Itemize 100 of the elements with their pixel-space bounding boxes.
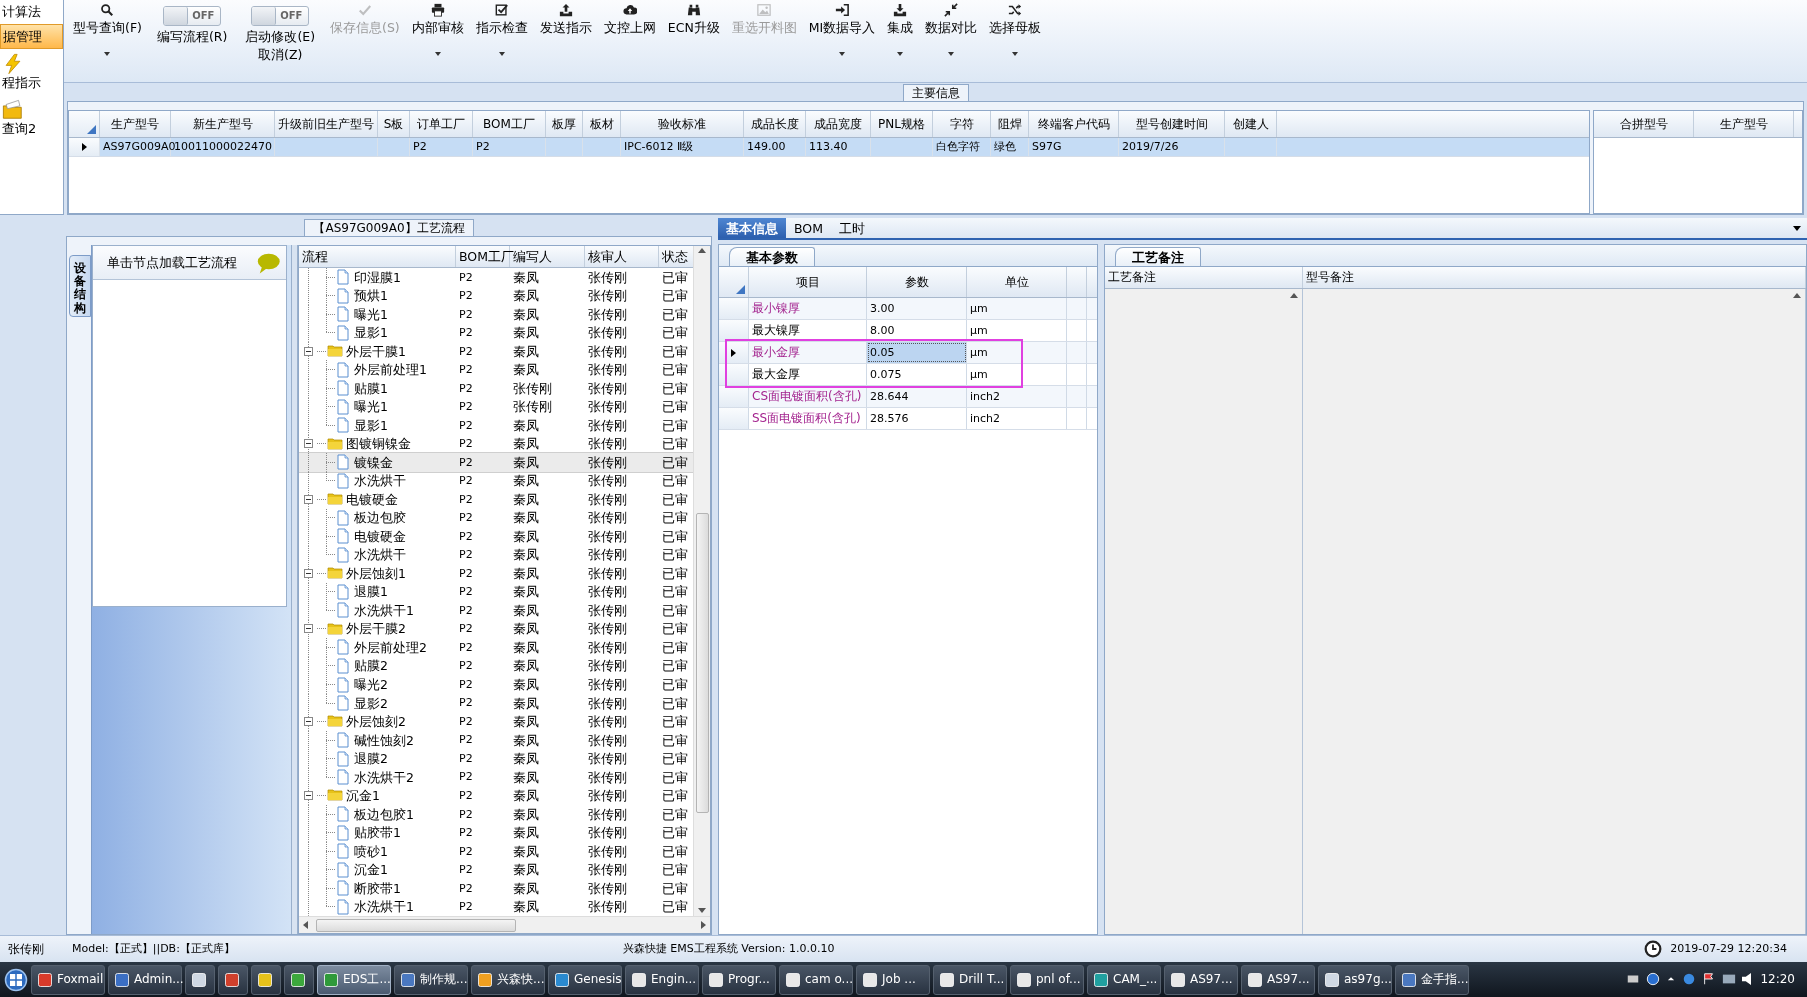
column-header[interactable]: 成品长度 xyxy=(744,111,806,137)
tree-node[interactable]: 显影2 xyxy=(351,693,388,713)
scrollbar[interactable] xyxy=(693,246,710,916)
collapse-toggle[interactable] xyxy=(303,439,313,449)
taskbar-button[interactable] xyxy=(218,964,248,995)
tree-node[interactable]: 贴膜1 xyxy=(351,379,388,398)
sidebar-item[interactable]: 程指示 xyxy=(0,49,63,95)
tree-node[interactable]: 板边包胶 xyxy=(351,508,406,528)
tree-node[interactable]: 外层干膜1 xyxy=(343,341,406,361)
tree-node[interactable]: 板边包胶1 xyxy=(351,804,414,824)
tree-node[interactable]: 外层前处理2 xyxy=(351,638,427,657)
tree-node[interactable]: 贴胶带1 xyxy=(351,823,401,842)
tree-node[interactable]: 水洗烘干 xyxy=(351,545,406,565)
column-header[interactable]: 型号备注 xyxy=(1303,267,1806,288)
tree-node[interactable]: 外层蚀刻2 xyxy=(343,712,406,731)
sidebar-item[interactable]: 据管理 xyxy=(0,23,63,50)
taskbar-button[interactable] xyxy=(251,964,281,995)
column-header[interactable]: 阻焊 xyxy=(991,111,1029,137)
taskbar-button[interactable]: AS97... xyxy=(1241,964,1315,995)
tree-node[interactable]: 退膜2 xyxy=(351,749,388,768)
taskbar-button[interactable]: Genesis xyxy=(548,964,622,995)
tree-node[interactable]: 碱性蚀刻2 xyxy=(351,730,414,750)
tree-node[interactable]: 显影1 xyxy=(351,323,388,342)
tree-node[interactable]: 水洗烘干1 xyxy=(351,897,414,916)
column-header[interactable]: 单位 xyxy=(967,267,1067,297)
column-header[interactable]: 生产型号 xyxy=(1694,111,1794,137)
column-header[interactable]: 工艺备注 xyxy=(1105,267,1303,288)
column-header[interactable]: 字符 xyxy=(933,111,991,137)
tree-node[interactable]: 图镀铜镍金 xyxy=(343,434,411,454)
taskbar-button[interactable] xyxy=(185,964,215,995)
tree-node[interactable]: 镀镍金 xyxy=(351,453,393,472)
taskbar-button[interactable] xyxy=(284,964,314,995)
toolbar-button[interactable]: MI数据导入 xyxy=(803,2,881,57)
column-header[interactable]: 生产型号 xyxy=(100,111,171,137)
column-header[interactable]: 项目 xyxy=(749,267,867,297)
column-header[interactable]: 终端客户代码 xyxy=(1029,111,1119,137)
column-header[interactable]: 成品宽度 xyxy=(806,111,871,137)
tree-node[interactable]: 退膜1 xyxy=(351,582,388,602)
tree-node[interactable]: 外层蚀刻1 xyxy=(343,564,406,583)
row-header[interactable] xyxy=(69,138,100,156)
tree-node[interactable]: 预烘1 xyxy=(351,286,388,305)
column-header[interactable]: 板厚 xyxy=(546,111,583,137)
collapse-toggle[interactable] xyxy=(303,791,313,801)
column-header[interactable]: 板材 xyxy=(583,111,621,137)
taskbar-button[interactable]: Foxmail xyxy=(31,964,105,995)
taskbar-button[interactable]: Job ... xyxy=(856,964,930,995)
column-header[interactable]: 型号创建时间 xyxy=(1119,111,1225,137)
panel-tab[interactable]: 基本参数 xyxy=(729,247,815,266)
column-header[interactable]: 流程 xyxy=(299,246,456,267)
tree-node[interactable]: 外层前处理1 xyxy=(351,360,427,379)
tree-node[interactable]: 曝光1 xyxy=(351,304,388,324)
taskbar-button[interactable]: Admin... xyxy=(108,964,182,995)
taskbar-button[interactable]: Drill T... xyxy=(933,964,1007,995)
taskbar-button[interactable]: CAM_... xyxy=(1087,964,1161,995)
tree-node[interactable]: 沉金1 xyxy=(351,860,388,879)
tab[interactable]: BOM xyxy=(786,218,831,238)
tab[interactable]: 基本信息 xyxy=(718,218,786,238)
tree-node[interactable]: 曝光1 xyxy=(351,397,388,417)
tree-node[interactable]: 水洗烘干2 xyxy=(351,767,414,787)
sidebar-item[interactable]: 查询2 xyxy=(0,94,63,141)
dropdown-icon[interactable] xyxy=(1793,225,1801,231)
column-header[interactable]: 参数 xyxy=(867,267,967,297)
tree-node[interactable]: 沉金1 xyxy=(343,786,380,805)
tree-node[interactable]: 断胶带1 xyxy=(351,878,401,898)
column-header[interactable]: PNL规格 xyxy=(871,111,933,137)
toggle-switch[interactable]: OFF xyxy=(163,6,222,26)
tree-node[interactable]: 电镀硬金 xyxy=(351,527,406,546)
column-header[interactable]: 订单工厂 xyxy=(410,111,473,137)
column-header[interactable]: 创建人 xyxy=(1225,111,1277,137)
tree-node[interactable]: 曝光2 xyxy=(351,675,388,694)
scrollbar[interactable] xyxy=(299,916,710,933)
column-header[interactable]: S板 xyxy=(378,111,410,137)
taskbar-button[interactable]: EDS工... xyxy=(317,964,391,995)
column-header[interactable]: 编写人 xyxy=(510,246,585,267)
toolbar-button[interactable]: 集成 xyxy=(882,2,919,57)
tree-node[interactable]: 显影1 xyxy=(351,416,388,435)
toggle-switch[interactable]: OFF xyxy=(251,6,310,26)
tree-node[interactable]: 喷砂1 xyxy=(351,841,388,861)
column-header[interactable]: 合拼型号 xyxy=(1594,111,1694,137)
column-header[interactable]: 升级前旧生产型号 xyxy=(275,111,378,137)
row-header[interactable] xyxy=(719,342,749,363)
collapse-toggle[interactable] xyxy=(303,494,313,504)
taskbar-button[interactable]: Progr... xyxy=(702,964,776,995)
side-tab[interactable]: 设备结构 xyxy=(69,255,91,317)
column-header[interactable]: 新生产型号 xyxy=(171,111,275,137)
toolbar-button[interactable]: 选择母板 xyxy=(984,2,1047,57)
tree-node[interactable]: 外层干膜2 xyxy=(343,619,406,639)
tree-node[interactable]: 贴膜2 xyxy=(351,656,388,676)
toolbar-button[interactable]: 指示检查 xyxy=(470,2,533,57)
toolbar-button[interactable]: ECN升级 xyxy=(662,2,725,36)
toolbar-button[interactable]: 数据对比 xyxy=(920,2,983,57)
column-header[interactable]: 核审人 xyxy=(585,246,659,267)
sidebar-item[interactable]: 计算法 xyxy=(0,0,63,24)
tab[interactable]: 工时 xyxy=(831,218,873,238)
tree-node[interactable]: 水洗烘干1 xyxy=(351,601,414,620)
collapse-toggle[interactable] xyxy=(303,624,313,634)
taskbar-button[interactable]: AS97... xyxy=(1164,964,1238,995)
collapse-toggle[interactable] xyxy=(303,717,313,727)
toolbar-button[interactable]: 内部审核 xyxy=(406,2,469,57)
taskbar-button[interactable]: 金手指... xyxy=(1395,964,1469,995)
